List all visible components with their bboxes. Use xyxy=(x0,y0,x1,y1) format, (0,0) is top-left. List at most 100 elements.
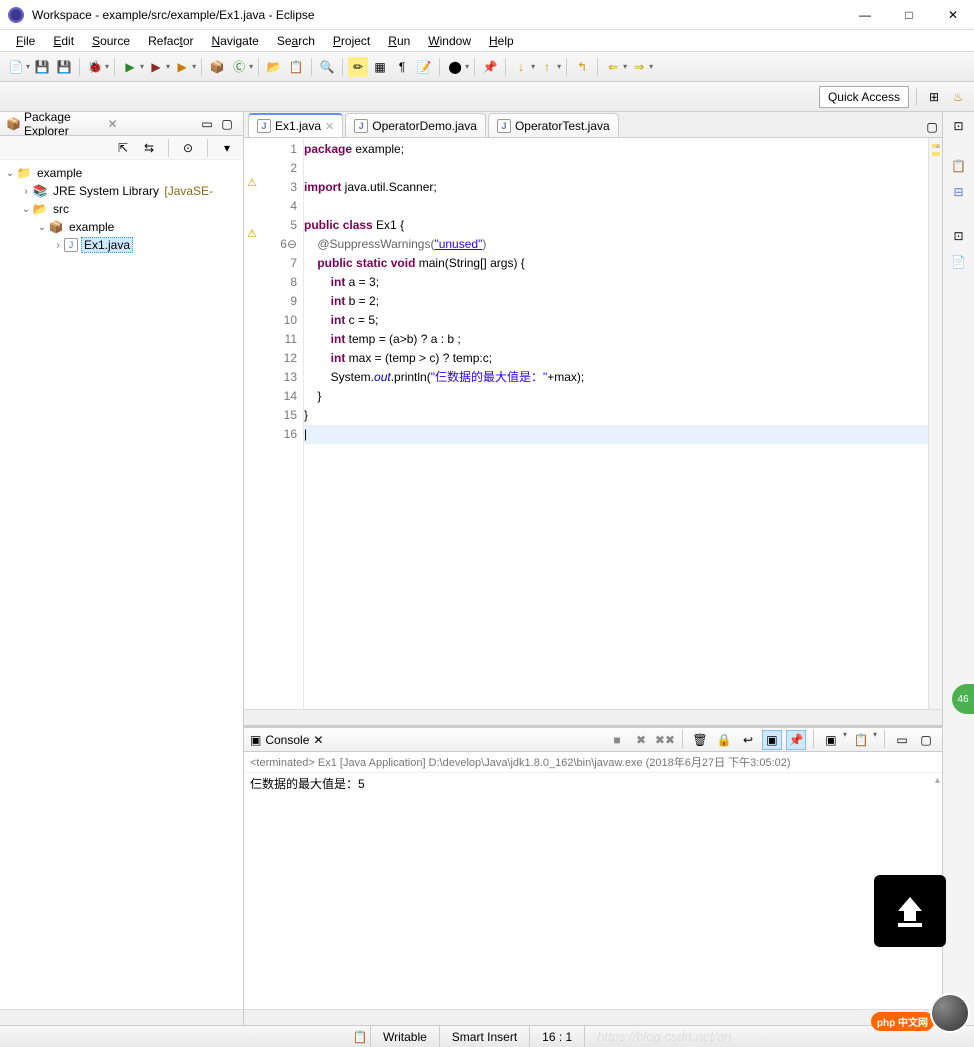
warning-marker-icon[interactable]: ⚠ xyxy=(244,227,260,240)
tree-project[interactable]: ⌄📁example xyxy=(4,164,239,182)
save-icon[interactable]: 💾 xyxy=(32,57,52,77)
pin-icon[interactable]: 📌 xyxy=(480,57,500,77)
menu-run[interactable]: Run xyxy=(380,32,418,50)
new-icon[interactable]: 📄 xyxy=(6,57,26,77)
tree-src[interactable]: ⌄📂src xyxy=(4,200,239,218)
close-button[interactable]: ✕ xyxy=(940,5,966,25)
collapse-all-icon[interactable]: ⇱ xyxy=(113,138,133,158)
avatar-badge[interactable] xyxy=(930,993,970,1033)
menu-navigate[interactable]: Navigate xyxy=(203,32,266,50)
toggle-block-icon[interactable]: ▦ xyxy=(370,57,390,77)
next-annotation-icon[interactable]: ↓ xyxy=(511,57,531,77)
status-writable: Writable xyxy=(370,1026,439,1047)
package-explorer-title: Package Explorer xyxy=(24,110,103,138)
scroll-up-icon[interactable]: ▴ xyxy=(935,140,940,151)
open-type-icon[interactable]: 📂 xyxy=(264,57,284,77)
minimize-view-icon[interactable]: ▭ xyxy=(197,114,217,134)
menu-search[interactable]: Search xyxy=(269,32,323,50)
tab-close-icon[interactable]: ✕ xyxy=(325,120,334,133)
explorer-hscroll[interactable] xyxy=(0,1009,243,1025)
maximize-view-icon[interactable]: ▢ xyxy=(217,114,237,134)
remove-all-icon[interactable]: ✖✖ xyxy=(655,730,675,750)
toggle-mark-icon[interactable]: ✏ xyxy=(348,57,368,77)
search-icon[interactable]: 🔍 xyxy=(317,57,337,77)
editor-max-icon[interactable]: ▢ xyxy=(922,117,942,137)
overview-ruler[interactable]: ▴ xyxy=(928,138,942,709)
menu-source[interactable]: Source xyxy=(84,32,138,50)
scroll-up-icon[interactable]: ▴ xyxy=(935,775,940,786)
window-titlebar: Workspace - example/src/example/Ex1.java… xyxy=(0,0,974,30)
main-toolbar: 📄▾ 💾 💾 🐞▾ ▶▾ ▶▾ ▶▾ 📦 Ⓒ▾ 📂 📋 🔍 ✏ ▦ ¶ 📝 ⬤▾… xyxy=(0,52,974,82)
forward-icon[interactable]: ⇒ xyxy=(629,57,649,77)
code-editor[interactable]: ⚠ ⚠ 123456⊖78910111213141516 package exa… xyxy=(244,138,942,709)
view-close-icon[interactable]: ✕ xyxy=(107,117,117,131)
remove-launch-icon[interactable]: ✖ xyxy=(631,730,651,750)
outline2-icon[interactable]: 📄 xyxy=(949,252,969,272)
new-package-icon[interactable]: 📦 xyxy=(207,57,227,77)
status-bar: 📋 Writable Smart Insert 16 : 1 https://b… xyxy=(0,1025,974,1047)
display-console-icon[interactable]: ▣ xyxy=(821,730,841,750)
debug-icon[interactable]: 🐞 xyxy=(85,57,105,77)
back-icon[interactable]: ⇐ xyxy=(603,57,623,77)
warning-marker-icon[interactable]: ⚠ xyxy=(244,176,260,189)
php-badge[interactable]: php 中文网 xyxy=(871,1012,934,1031)
word-wrap-icon[interactable]: ↩ xyxy=(738,730,758,750)
restore2-icon[interactable]: ⊡ xyxy=(949,226,969,246)
coverage-icon[interactable]: ▶ xyxy=(146,57,166,77)
tree-jre[interactable]: ›📚JRE System Library [JavaSE- xyxy=(4,182,239,200)
outline-icon[interactable]: ⊟ xyxy=(949,182,969,202)
tree-package[interactable]: ⌄📦example xyxy=(4,218,239,236)
maximize-button[interactable]: □ xyxy=(896,5,922,25)
console-hscroll[interactable] xyxy=(244,1009,942,1025)
package-tree[interactable]: ⌄📁example ›📚JRE System Library [JavaSE- … xyxy=(0,160,243,1009)
run-icon[interactable]: ▶ xyxy=(120,57,140,77)
restore-icon[interactable]: ⊡ xyxy=(949,116,969,136)
java-file-icon: J xyxy=(257,119,271,133)
breakpoint-icon[interactable]: ⬤ xyxy=(445,57,465,77)
run-last-icon[interactable]: ▶ xyxy=(172,57,192,77)
task-list-icon[interactable]: 📋 xyxy=(949,156,969,176)
prev-annotation-icon[interactable]: ↑ xyxy=(537,57,557,77)
tree-file-ex1[interactable]: ›JEx1.java xyxy=(4,236,239,254)
minimize-button[interactable]: — xyxy=(852,5,878,25)
terminate-icon[interactable]: ■ xyxy=(607,730,627,750)
editor-hscroll[interactable] xyxy=(244,709,942,725)
min-console-icon[interactable]: ▭ xyxy=(892,730,912,750)
tab-ex1[interactable]: J Ex1.java ✕ xyxy=(248,113,343,137)
focus-task-icon[interactable]: ⊙ xyxy=(178,138,198,158)
tab-label: OperatorDemo.java xyxy=(372,119,477,133)
show-whitespace-icon[interactable]: ¶ xyxy=(392,57,412,77)
menu-window[interactable]: Window xyxy=(420,32,479,50)
quick-access-input[interactable]: Quick Access xyxy=(819,86,909,108)
view-menu-icon[interactable]: ▾ xyxy=(217,138,237,158)
open-console-icon[interactable]: 📋 xyxy=(851,730,871,750)
clear-console-icon[interactable]: 🗑 xyxy=(690,730,710,750)
window-title: Workspace - example/src/example/Ex1.java… xyxy=(32,8,852,22)
last-edit-icon[interactable]: ↰ xyxy=(572,57,592,77)
menu-file[interactable]: File xyxy=(8,32,43,50)
pin-console-icon[interactable]: 📌 xyxy=(786,730,806,750)
java-perspective-icon[interactable]: ♨ xyxy=(948,87,968,107)
console-title: Console xyxy=(265,733,309,747)
console-output[interactable]: 仨数据的最大值是：5 ▴ xyxy=(244,773,942,1009)
code-area[interactable]: package example; import java.util.Scanne… xyxy=(304,138,928,709)
open-task-icon[interactable]: 📋 xyxy=(286,57,306,77)
open-perspective-icon[interactable]: ⊞ xyxy=(924,87,944,107)
menu-edit[interactable]: Edit xyxy=(45,32,82,50)
scroll-lock-icon[interactable]: 🔒 xyxy=(714,730,734,750)
new-class-icon[interactable]: Ⓒ xyxy=(229,57,249,77)
save-all-icon[interactable]: 💾 xyxy=(54,57,74,77)
tab-operatordemo[interactable]: J OperatorDemo.java xyxy=(345,113,486,137)
console-close-icon[interactable]: ✕ xyxy=(313,733,323,747)
upload-icon xyxy=(890,891,930,931)
tab-operatortest[interactable]: J OperatorTest.java xyxy=(488,113,619,137)
upload-badge[interactable] xyxy=(874,875,946,947)
show-console-icon[interactable]: ▣ xyxy=(762,730,782,750)
annotation-icon[interactable]: 📝 xyxy=(414,57,434,77)
menu-refactor[interactable]: Refactor xyxy=(140,32,201,50)
link-editor-icon[interactable]: ⇆ xyxy=(139,138,159,158)
menu-help[interactable]: Help xyxy=(481,32,522,50)
menu-project[interactable]: Project xyxy=(325,32,378,50)
max-console-icon[interactable]: ▢ xyxy=(916,730,936,750)
green-badge[interactable]: 46 xyxy=(952,684,974,714)
